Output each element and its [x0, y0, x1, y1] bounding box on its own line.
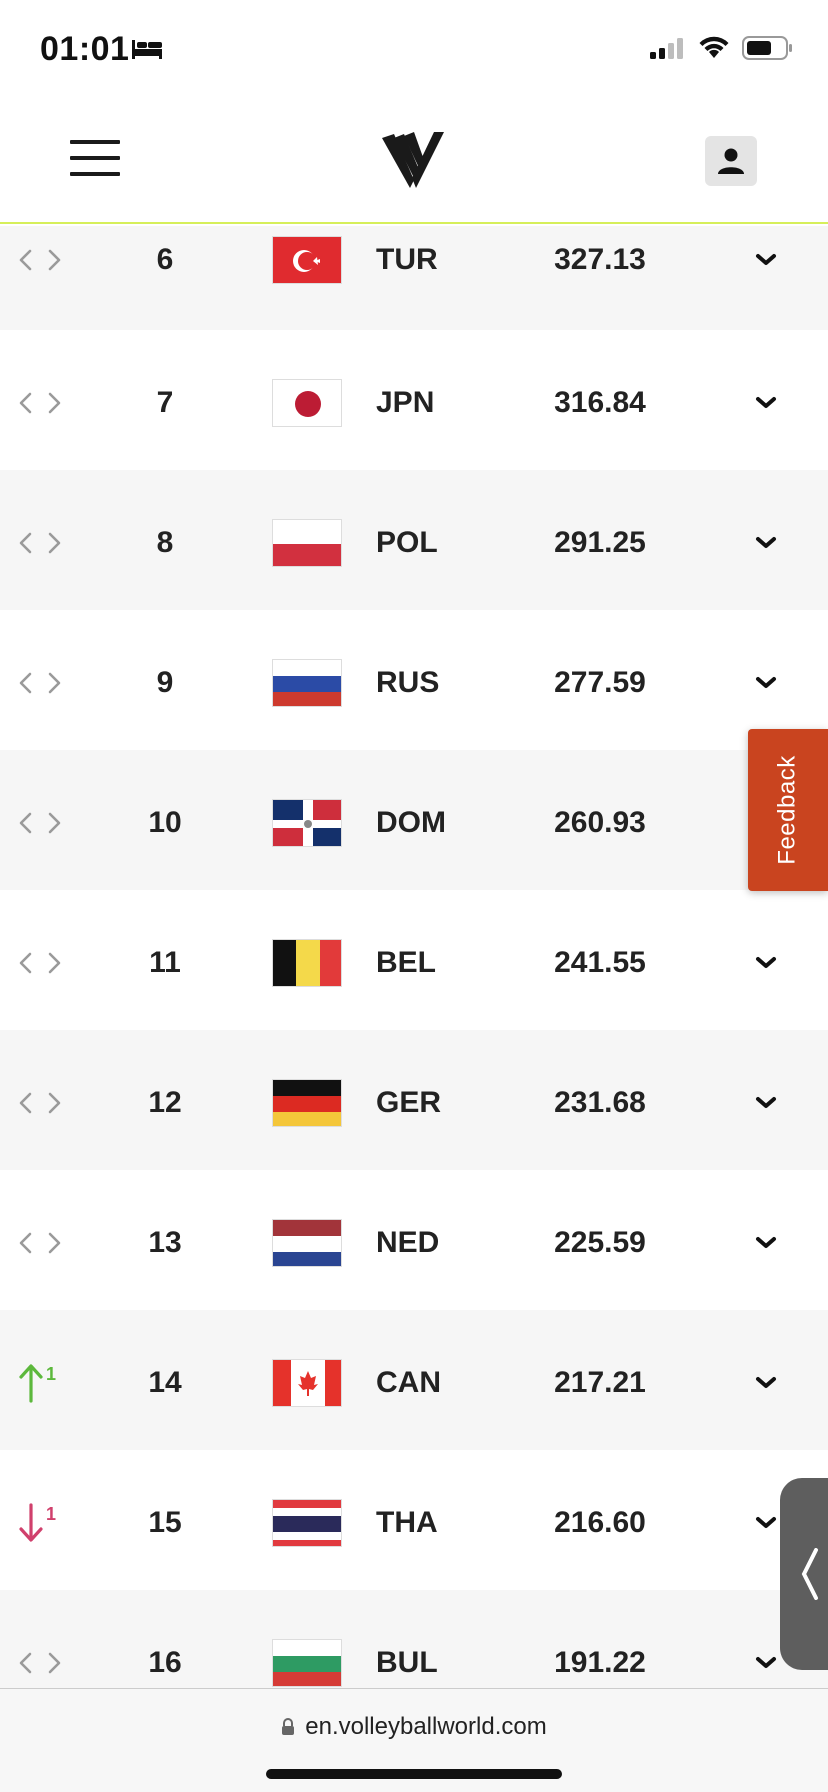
home-indicator[interactable] — [266, 1769, 562, 1779]
expand-chevron-down-icon[interactable] — [752, 250, 780, 270]
ranking-row[interactable]: 12 GER 231.68 — [0, 1030, 828, 1170]
team-code: GER — [376, 1086, 442, 1119]
expand-chevron-down-icon[interactable] — [752, 1513, 780, 1533]
url-text: en.volleyballworld.com — [305, 1713, 547, 1740]
rank-unchanged-icon — [18, 523, 74, 563]
team-code: THA — [376, 1506, 438, 1539]
rank-down-icon: 1 — [18, 1503, 74, 1543]
team-points: 260.93 — [554, 806, 646, 839]
team-points: 316.84 — [554, 386, 646, 419]
ranking-row[interactable]: 6 TUR 327.13 — [0, 226, 828, 330]
rank-number: 13 — [148, 1226, 182, 1259]
lock-icon — [282, 1718, 295, 1735]
ranking-row[interactable]: 1 14 CAN 217.21 — [0, 1310, 828, 1450]
side-panel-handle[interactable] — [780, 1478, 828, 1670]
status-time: 01:01 — [40, 30, 130, 68]
rank-number: 11 — [149, 946, 181, 979]
team-points: 327.13 — [554, 243, 646, 276]
team-code: BEL — [376, 946, 436, 979]
rank-number: 8 — [156, 526, 174, 559]
team-points: 231.68 — [554, 1086, 646, 1119]
rank-number: 12 — [148, 1086, 182, 1119]
flag-icon-rus — [272, 659, 342, 707]
team-points: 277.59 — [554, 666, 646, 699]
volleyball-world-logo[interactable] — [380, 128, 446, 190]
team-points: 291.25 — [554, 526, 646, 559]
team-code: RUS — [376, 666, 440, 699]
expand-chevron-down-icon[interactable] — [752, 1653, 780, 1673]
expand-chevron-down-icon[interactable] — [752, 393, 780, 413]
rank-unchanged-icon — [18, 943, 74, 983]
flag-icon-bel — [272, 939, 342, 987]
flag-icon-ger — [272, 1079, 342, 1127]
expand-chevron-down-icon[interactable] — [752, 1233, 780, 1253]
feedback-label: Feedback — [774, 755, 801, 865]
expand-chevron-down-icon[interactable] — [752, 953, 780, 973]
rank-number: 10 — [148, 806, 182, 839]
expand-chevron-down-icon[interactable] — [752, 1373, 780, 1393]
rank-number: 16 — [148, 1646, 182, 1679]
flag-icon-pol — [272, 519, 342, 567]
flag-icon-tha — [272, 1499, 342, 1547]
expand-chevron-down-icon[interactable] — [752, 673, 780, 693]
ranking-row[interactable]: 13 NED 225.59 — [0, 1170, 828, 1310]
rank-number: 6 — [156, 243, 174, 276]
hamburger-menu-icon[interactable] — [70, 140, 120, 176]
rank-number: 7 — [156, 386, 174, 419]
chevron-left-icon — [801, 1548, 818, 1600]
flag-icon-jpn — [272, 379, 342, 427]
flag-icon-bul — [272, 1639, 342, 1687]
ranking-row[interactable]: 1 15 THA 216.60 — [0, 1450, 828, 1590]
rank-unchanged-icon — [18, 803, 74, 843]
rank-unchanged-icon — [18, 1083, 74, 1123]
rank-number: 9 — [156, 666, 174, 699]
bed-icon — [132, 40, 162, 59]
ranking-row[interactable]: 7 JPN 316.84 — [0, 330, 828, 470]
team-code: POL — [376, 526, 438, 559]
ranking-row[interactable]: 10 DOM 260.93 — [0, 750, 828, 890]
expand-chevron-down-icon[interactable] — [752, 533, 780, 553]
feedback-button[interactable]: Feedback — [748, 729, 828, 891]
ranking-row[interactable]: 11 BEL 241.55 — [0, 890, 828, 1030]
rank-unchanged-icon — [18, 1223, 74, 1263]
rank-unchanged-icon — [18, 240, 74, 280]
team-points: 241.55 — [554, 946, 646, 979]
team-points: 216.60 — [554, 1506, 646, 1539]
rank-up-icon: 1 — [18, 1363, 74, 1403]
rank-change-value: 1 — [46, 1503, 57, 1524]
team-points: 217.21 — [554, 1366, 646, 1399]
flag-icon-can — [272, 1359, 342, 1407]
rank-unchanged-icon — [18, 663, 74, 703]
team-code: TUR — [376, 243, 438, 276]
team-points: 191.22 — [554, 1646, 646, 1679]
site-header — [0, 100, 828, 224]
ranking-row[interactable]: 8 POL 291.25 — [0, 470, 828, 610]
flag-icon-ned — [272, 1219, 342, 1267]
team-code: DOM — [376, 806, 446, 839]
expand-chevron-down-icon[interactable] — [752, 1093, 780, 1113]
status-bar: 01:01 — [0, 0, 828, 100]
rankings-list: 6 TUR 327.13 7 JPN 316.84 8 POL 291.25 9 RUS 277.59… — [0, 226, 828, 1730]
rank-number: 14 — [148, 1366, 182, 1399]
team-code: NED — [376, 1226, 440, 1259]
flag-icon-dom — [272, 799, 342, 847]
cellular-signal-icon — [650, 38, 683, 59]
browser-address-bar: en.volleyballworld.com — [0, 1688, 828, 1792]
status-icons — [650, 36, 794, 60]
rank-unchanged-icon — [18, 1643, 74, 1683]
user-icon — [718, 148, 744, 174]
team-points: 225.59 — [554, 1226, 646, 1259]
team-code: CAN — [376, 1366, 441, 1399]
battery-icon — [742, 36, 792, 60]
wifi-icon — [699, 36, 729, 58]
flag-icon-tur — [272, 236, 342, 284]
team-code: JPN — [376, 386, 435, 419]
team-code: BUL — [376, 1646, 438, 1679]
rank-number: 15 — [148, 1506, 182, 1539]
rank-change-value: 1 — [46, 1363, 57, 1384]
address-display[interactable]: en.volleyballworld.com — [0, 1713, 828, 1741]
rank-unchanged-icon — [18, 383, 74, 423]
user-account-button[interactable] — [705, 136, 757, 186]
ranking-row[interactable]: 9 RUS 277.59 — [0, 610, 828, 750]
